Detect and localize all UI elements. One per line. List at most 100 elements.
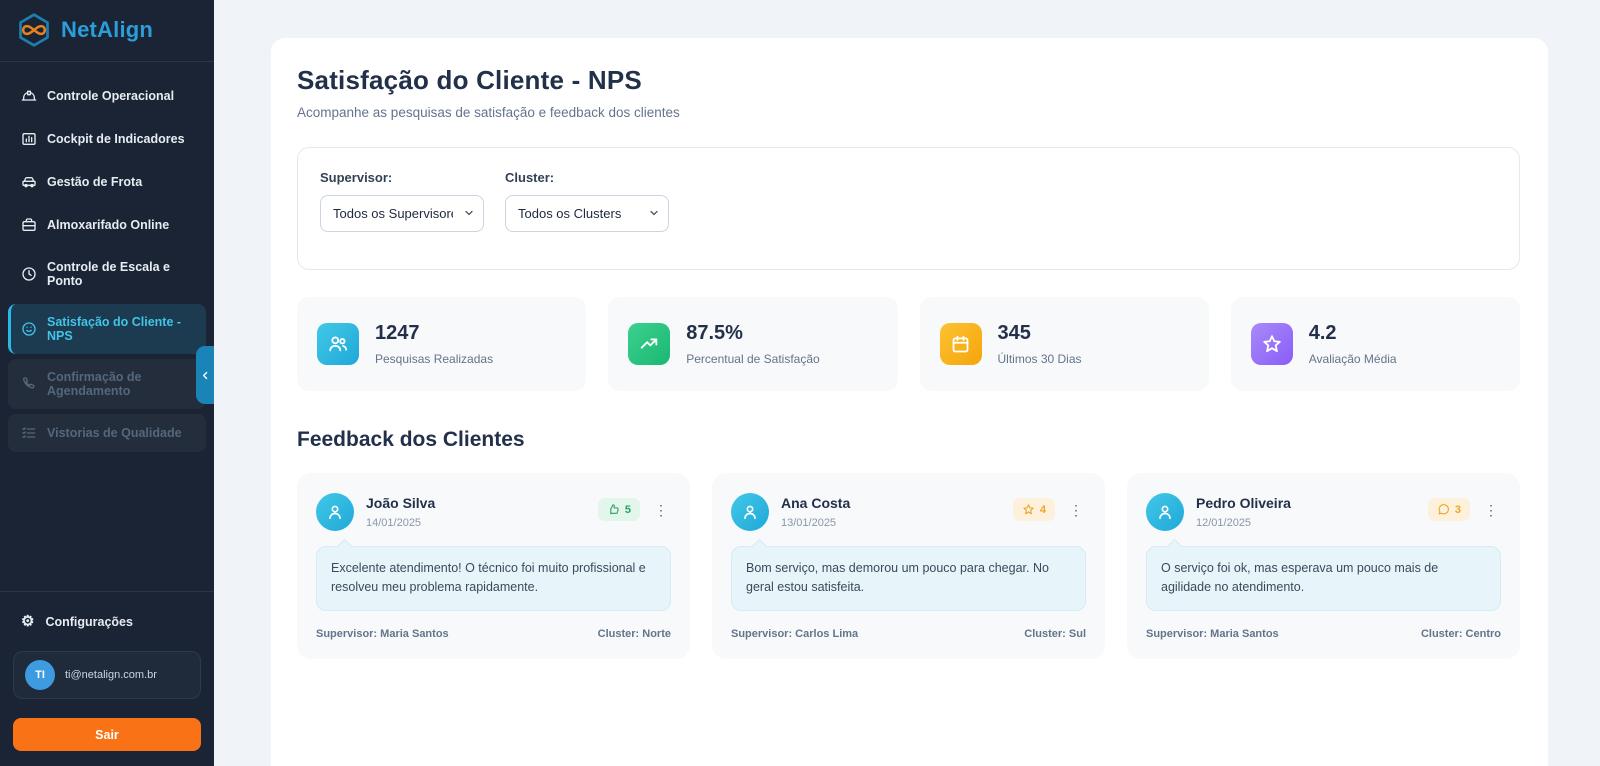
cluster-select[interactable]: Todos os Clusters — [505, 195, 669, 232]
sidebar-item-confirmacao-de-agendamento[interactable]: Confirmação de Agendamento — [8, 359, 206, 409]
customer-avatar-icon — [316, 493, 354, 531]
rating-badge: 5 — [598, 498, 640, 521]
user-email: ti@netalign.com.br — [65, 669, 157, 681]
feedback-card: Pedro Oliveira 12/01/2025 3 ⋮ O serviço — [1127, 473, 1520, 659]
sidebar-item-label: Vistorias de Qualidade — [47, 426, 182, 440]
hard-hat-icon — [21, 88, 37, 104]
feedback-row: João Silva 14/01/2025 5 ⋮ Excelente ate — [297, 473, 1520, 659]
gear-icon: ⚙ — [21, 614, 34, 629]
content-panel: Satisfação do Cliente - NPS Acompanhe as… — [271, 38, 1548, 766]
feedback-date: 14/01/2025 — [366, 517, 435, 529]
sidebar-item-label: Almoxarifado Online — [47, 218, 169, 232]
sidebar-item-label: Cockpit de Indicadores — [47, 132, 185, 146]
supervisor-filter-label: Supervisor: — [320, 170, 484, 185]
car-icon — [21, 174, 37, 190]
feedback-cluster: Cluster: Sul — [1024, 628, 1086, 640]
customer-avatar-icon — [1146, 493, 1184, 531]
user-card[interactable]: TI ti@netalign.com.br — [13, 651, 201, 699]
customer-name: Pedro Oliveira — [1196, 495, 1291, 511]
supervisor-select[interactable]: Todos os Supervisores — [320, 195, 484, 232]
sidebar-item-cockpit-de-indicadores[interactable]: Cockpit de Indicadores — [8, 120, 206, 158]
customer-name: João Silva — [366, 495, 435, 511]
rating-count: 3 — [1455, 504, 1461, 516]
page-subtitle: Acompanhe as pesquisas de satisfação e f… — [297, 105, 1520, 120]
filters-card: Supervisor: Todos os Supervisores Cluste… — [297, 147, 1520, 270]
cluster-filter-label: Cluster: — [505, 170, 669, 185]
feedback-card: Ana Costa 13/01/2025 4 ⋮ Bom serviço, m — [712, 473, 1105, 659]
feedback-comment: O serviço foi ok, mas esperava um pouco … — [1146, 546, 1501, 611]
customer-avatar-icon — [731, 493, 769, 531]
sidebar-item-vistorias-de-qualidade[interactable]: Vistorias de Qualidade — [8, 414, 206, 452]
sidebar-item-gestao-de-frota[interactable]: Gestão de Frota — [8, 163, 206, 201]
rating-badge: 4 — [1013, 498, 1055, 521]
stat-value: 1247 — [375, 322, 493, 345]
toolbox-icon — [21, 217, 37, 233]
chevron-left-icon — [201, 371, 210, 380]
sidebar-item-almoxarifado-online[interactable]: Almoxarifado Online — [8, 206, 206, 244]
sidebar-item-controle-operacional[interactable]: Controle Operacional — [8, 77, 206, 115]
sidebar-nav: Controle Operacional Cockpit de Indicado… — [0, 62, 214, 452]
user-avatar: TI — [25, 660, 55, 690]
stat-label: Percentual de Satisfação — [686, 352, 819, 366]
stat-label: Avaliação Média — [1309, 352, 1397, 366]
star-icon — [1251, 323, 1293, 365]
feedback-section-title: Feedback dos Clientes — [297, 428, 1520, 452]
bar-chart-icon — [21, 131, 37, 147]
thumbs-up-icon — [607, 503, 620, 516]
phone-icon — [21, 376, 37, 392]
stat-label: Pesquisas Realizadas — [375, 352, 493, 366]
kebab-menu-icon[interactable]: ⋮ — [1481, 502, 1501, 518]
sidebar-item-satisfacao-do-cliente-nps[interactable]: Satisfação do Cliente - NPS — [8, 304, 206, 354]
supervisor-filter: Supervisor: Todos os Supervisores — [320, 170, 484, 232]
feedback-date: 12/01/2025 — [1196, 517, 1291, 529]
feedback-cluster: Cluster: Norte — [598, 628, 671, 640]
stat-value: 87.5% — [686, 322, 819, 345]
feedback-card: João Silva 14/01/2025 5 ⋮ Excelente ate — [297, 473, 690, 659]
clock-icon — [21, 266, 37, 282]
stat-card-ultimos-30-dias: 345 Últimos 30 Dias — [920, 297, 1209, 391]
stat-card-avaliacao-media: 4.2 Avaliação Média — [1231, 297, 1520, 391]
feedback-comment: Excelente atendimento! O técnico foi mui… — [316, 546, 671, 611]
kebab-menu-icon[interactable]: ⋮ — [1066, 502, 1086, 518]
users-icon — [317, 323, 359, 365]
sidebar-item-label: Gestão de Frota — [47, 175, 142, 189]
netalign-logo-icon — [16, 12, 52, 48]
stat-value: 345 — [998, 322, 1082, 345]
logo-text: NetAlign — [61, 17, 153, 43]
rating-count: 4 — [1040, 504, 1046, 516]
feedback-comment: Bom serviço, mas demorou um pouco para c… — [731, 546, 1086, 611]
feedback-date: 13/01/2025 — [781, 517, 850, 529]
logo: NetAlign — [0, 0, 214, 62]
rating-count: 5 — [625, 504, 631, 516]
cluster-filter: Cluster: Todos os Clusters — [505, 170, 669, 232]
feedback-supervisor: Supervisor: Carlos Lima — [731, 628, 858, 640]
page-title: Satisfação do Cliente - NPS — [297, 65, 1520, 96]
checklist-icon — [21, 425, 37, 441]
smiley-icon — [21, 321, 37, 337]
main-area: Satisfação do Cliente - NPS Acompanhe as… — [214, 0, 1600, 766]
stat-card-percentual-satisfacao: 87.5% Percentual de Satisfação — [608, 297, 897, 391]
logout-button[interactable]: Sair — [13, 718, 201, 751]
stat-label: Últimos 30 Dias — [998, 352, 1082, 366]
sidebar-footer: ⚙ Configurações TI ti@netalign.com.br Sa… — [0, 591, 214, 766]
customer-name: Ana Costa — [781, 495, 850, 511]
sidebar-item-label: Controle Operacional — [47, 89, 174, 103]
trending-up-icon — [628, 323, 670, 365]
sidebar: NetAlign Controle Operacional Cockpit de… — [0, 0, 214, 766]
star-icon — [1022, 503, 1035, 516]
rating-badge: 3 — [1428, 498, 1470, 521]
kebab-menu-icon[interactable]: ⋮ — [651, 502, 671, 518]
settings-label: Configurações — [45, 615, 133, 629]
feedback-cluster: Cluster: Centro — [1421, 628, 1501, 640]
stats-row: 1247 Pesquisas Realizadas 87.5% Percentu… — [297, 297, 1520, 391]
sidebar-collapse-button[interactable] — [196, 346, 214, 404]
stat-value: 4.2 — [1309, 322, 1397, 345]
sidebar-item-label: Controle de Escala e Ponto — [47, 260, 196, 288]
settings-button[interactable]: ⚙ Configurações — [13, 608, 201, 635]
sidebar-item-controle-de-escala-e-ponto[interactable]: Controle de Escala e Ponto — [8, 249, 206, 299]
feedback-supervisor: Supervisor: Maria Santos — [316, 628, 449, 640]
feedback-supervisor: Supervisor: Maria Santos — [1146, 628, 1279, 640]
chat-bubble-icon — [1437, 503, 1450, 516]
calendar-icon — [940, 323, 982, 365]
sidebar-item-label: Confirmação de Agendamento — [47, 370, 196, 398]
